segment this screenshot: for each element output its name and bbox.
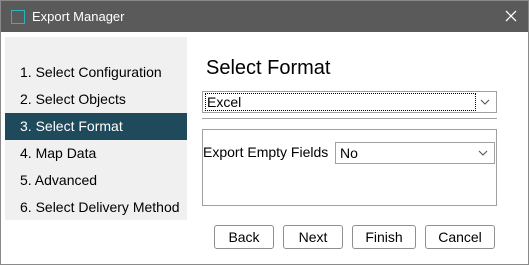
chevron-down-icon [478,150,488,156]
cancel-button[interactable]: Cancel [425,225,495,249]
format-dropdown[interactable]: Excel [202,91,497,113]
step-select-delivery-method[interactable]: 6. Select Delivery Method [5,194,187,221]
page-title: Select Format [206,57,331,79]
window-title: Export Manager [32,9,125,24]
back-button[interactable]: Back [214,225,274,249]
app-icon [11,10,25,24]
export-empty-fields-label: Export Empty Fields [203,144,329,160]
step-select-format[interactable]: 3. Select Format [5,113,187,140]
step-select-configuration[interactable]: 1. Select Configuration [5,59,187,86]
divider [202,118,497,119]
step-advanced[interactable]: 5. Advanced [5,167,187,194]
chevron-down-icon [480,99,490,105]
export-empty-fields-value: No [340,145,358,161]
close-button[interactable] [494,1,528,32]
title-bar[interactable]: Export Manager [1,1,528,32]
export-empty-fields-dropdown[interactable]: No [335,142,495,164]
step-select-objects[interactable]: 2. Select Objects [5,86,187,113]
close-icon [505,10,517,22]
finish-button[interactable]: Finish [352,225,416,249]
format-dropdown-value: Excel [205,93,476,111]
next-button[interactable]: Next [283,225,343,249]
export-manager-window: Export Manager 1. Select Configuration 2… [0,0,529,265]
format-options-box [202,129,497,206]
wizard-steps-panel: 1. Select Configuration 2. Select Object… [5,37,187,220]
step-map-data[interactable]: 4. Map Data [5,140,187,167]
